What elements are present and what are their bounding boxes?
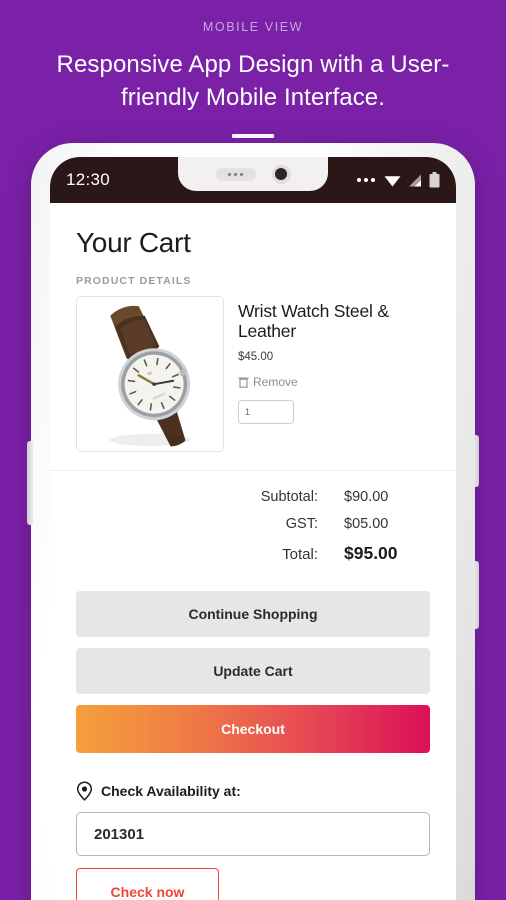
update-cart-button[interactable]: Update Cart	[76, 648, 430, 694]
status-bar: 12:30	[50, 157, 456, 203]
status-bar-clock: 12:30	[66, 170, 111, 189]
gst-value: $05.00	[344, 516, 389, 532]
cart-screen: Your Cart PRODUCT DETAILS W QUARTZ Wrist…	[50, 203, 456, 900]
product-name: Wrist Watch Steel & Leather	[238, 301, 389, 342]
product-info: Wrist Watch Steel & Leather $45.00 Remov…	[238, 296, 430, 452]
continue-shopping-button[interactable]: Continue Shopping	[76, 591, 430, 637]
more-dots-icon	[357, 178, 375, 182]
wifi-icon	[384, 175, 401, 186]
signal-icon	[409, 174, 421, 186]
hero-eyebrow: MOBILE VIEW	[202, 20, 304, 34]
status-bar-icons	[357, 172, 440, 188]
checkout-button[interactable]: Checkout	[76, 705, 430, 753]
gst-label: GST:	[285, 516, 318, 532]
pincode-input[interactable]	[76, 812, 430, 856]
totals-row-gst: GST: $05.00	[76, 516, 430, 532]
phone-power-button[interactable]	[473, 435, 479, 487]
availability-heading-label: Check Availability at:	[101, 783, 241, 799]
wrist-watch-illustration: W QUARTZ	[77, 297, 223, 451]
totals-row-total: Total: $95.00	[76, 543, 430, 564]
subtotal-label: Subtotal:	[260, 489, 318, 505]
battery-icon	[429, 172, 440, 188]
phone-screen: 12:30 Your Cart PRODUCT DETAILS W QUARTZ…	[50, 157, 456, 900]
product-price: $45.00	[238, 351, 274, 364]
subtotal-value: $90.00	[344, 489, 389, 505]
check-now-button[interactable]: Check now	[76, 868, 219, 900]
earpiece-speaker-icon	[215, 167, 256, 181]
quantity-input[interactable]	[238, 400, 294, 425]
product-image[interactable]: W QUARTZ	[76, 296, 224, 452]
availability-heading: Check Availability at:	[76, 781, 430, 801]
location-pin-icon	[76, 781, 93, 801]
cart-line-item: W QUARTZ Wrist Watch Steel & Leather $45…	[50, 287, 456, 471]
total-value: $95.00	[344, 543, 398, 563]
phone-notch	[178, 157, 328, 191]
page-title: Your Cart	[76, 227, 191, 258]
hero-divider-rule	[232, 134, 274, 139]
totals-row-subtotal: Subtotal: $90.00	[76, 489, 430, 505]
availability-section: Check Availability at: Check now	[50, 753, 456, 900]
front-camera-icon	[271, 164, 291, 184]
cart-actions: Continue Shopping Update Cart Checkout	[50, 581, 456, 753]
total-label: Total:	[282, 546, 318, 563]
order-totals: Subtotal: $90.00 GST: $05.00 Total: $95.…	[50, 471, 456, 581]
product-details-label: PRODUCT DETAILS	[76, 275, 192, 287]
remove-item-label: Remove	[253, 375, 298, 390]
hero-title: Responsive App Design with a User-friend…	[56, 51, 450, 112]
phone-volume-button[interactable]	[27, 441, 33, 525]
trash-icon	[238, 377, 249, 389]
phone-side-button[interactable]	[473, 561, 479, 629]
remove-item-button[interactable]: Remove	[238, 375, 430, 389]
hero-header: MOBILE VIEW Responsive App Design with a…	[0, 0, 506, 139]
phone-mockup: 12:30 Your Cart PRODUCT DETAILS W QUARTZ…	[27, 143, 479, 900]
